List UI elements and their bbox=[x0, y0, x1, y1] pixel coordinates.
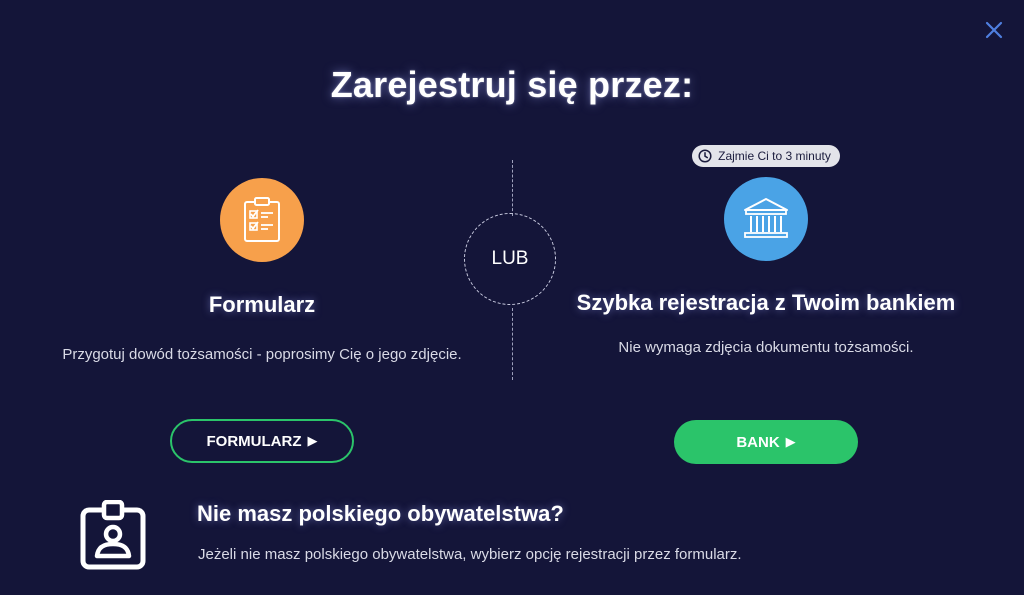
form-option: Formularz Przygotuj dowód tożsamości - p… bbox=[62, 178, 462, 367]
id-badge-icon bbox=[80, 499, 146, 570]
play-arrow-icon: ▶ bbox=[307, 433, 318, 448]
form-button-label: FORMULARZ bbox=[206, 432, 302, 450]
form-option-icon-circle bbox=[220, 178, 304, 262]
time-estimate-badge: Zajmie Ci to 3 minuty bbox=[692, 145, 840, 167]
form-option-title: Formularz bbox=[208, 292, 316, 317]
citizenship-note-icon-wrapper bbox=[80, 499, 146, 570]
clock-icon bbox=[698, 149, 712, 163]
registration-dialog: Zarejestruj się przez: Formularz Przygot… bbox=[0, 0, 1024, 595]
bank-option-title: Szybka rejestracja z Twoim bankiem bbox=[576, 290, 956, 315]
or-divider-label: LUB bbox=[491, 248, 529, 269]
divider-line-top bbox=[512, 160, 513, 216]
or-divider: LUB bbox=[464, 213, 556, 305]
form-option-description: Przygotuj dowód tożsamości - poprosimy C… bbox=[62, 346, 462, 363]
dialog-title: Zarejestruj się przez: bbox=[330, 64, 694, 105]
play-arrow-icon: ▶ bbox=[785, 434, 796, 449]
bank-button[interactable]: BANK ▶ bbox=[674, 420, 858, 464]
time-estimate-text: Zajmie Ci to 3 minuty bbox=[718, 149, 831, 163]
citizenship-note-description: Jeżeli nie masz polskiego obywatelstwa, … bbox=[198, 546, 742, 563]
close-icon[interactable] bbox=[982, 18, 1006, 42]
close-button[interactable] bbox=[982, 18, 1006, 42]
bank-building-icon bbox=[744, 198, 788, 238]
clipboard-checklist-icon bbox=[244, 197, 280, 242]
bank-option-icon-circle bbox=[724, 177, 808, 261]
form-button[interactable]: FORMULARZ ▶ bbox=[170, 419, 354, 463]
bank-option: Zajmie Ci to 3 minuty Szybka rejestracja… bbox=[562, 145, 970, 360]
citizenship-note-title: Nie masz polskiego obywatelstwa? bbox=[197, 501, 564, 526]
bank-option-description: Nie wymaga zdjęcia dokumentu tożsamości. bbox=[618, 339, 914, 356]
bank-button-label: BANK bbox=[736, 433, 780, 451]
divider-line-bottom bbox=[512, 308, 513, 380]
